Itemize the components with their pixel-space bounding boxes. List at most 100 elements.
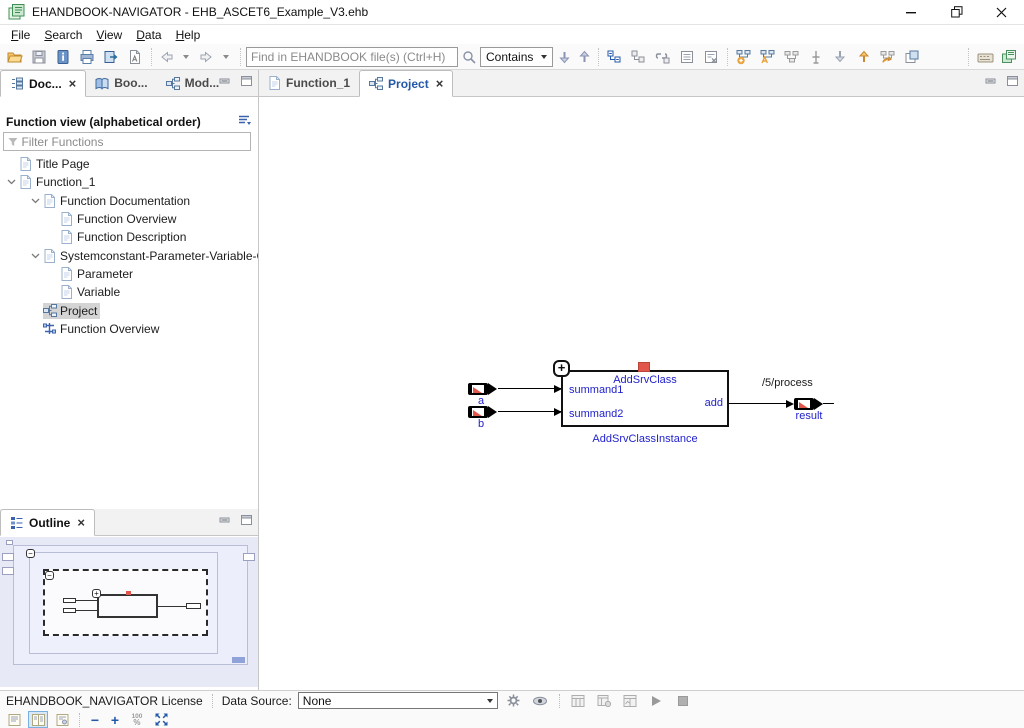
document-icon bbox=[19, 175, 36, 189]
experiment-config-button[interactable] bbox=[595, 692, 615, 709]
collapse-all-button[interactable] bbox=[604, 46, 626, 68]
input-connector-b[interactable] bbox=[468, 406, 497, 418]
find-next-button[interactable] bbox=[555, 46, 573, 68]
maximize-view-icon[interactable] bbox=[1007, 76, 1018, 86]
goto-model-button[interactable] bbox=[877, 46, 899, 68]
tab-function-1[interactable]: Function_1 bbox=[259, 70, 359, 96]
view-menu-button[interactable] bbox=[238, 113, 252, 131]
tree-item-project[interactable]: Project bbox=[0, 301, 258, 319]
maximize-view-icon[interactable] bbox=[241, 515, 252, 525]
menu-search[interactable]: Search bbox=[37, 27, 89, 43]
close-tab-icon[interactable]: × bbox=[436, 76, 444, 91]
wire-result[interactable] bbox=[729, 403, 789, 404]
single-page-view-button[interactable] bbox=[4, 711, 24, 728]
menu-help[interactable]: Help bbox=[169, 27, 208, 43]
search-button[interactable] bbox=[460, 46, 478, 68]
pdf-export-button[interactable] bbox=[124, 46, 146, 68]
expand-block-button[interactable]: + bbox=[553, 360, 570, 377]
filter-input[interactable] bbox=[21, 135, 246, 149]
chevron-expanded-icon[interactable] bbox=[27, 198, 43, 204]
model-view-button[interactable] bbox=[781, 46, 803, 68]
diagram-canvas[interactable]: a b AddSrvClass summand1 summand2 add bbox=[259, 97, 1024, 690]
step-into-button[interactable] bbox=[829, 46, 851, 68]
wire-b[interactable] bbox=[498, 411, 561, 412]
menu-data[interactable]: Data bbox=[129, 27, 168, 43]
pin-view-button[interactable] bbox=[805, 46, 827, 68]
show-list-button[interactable] bbox=[676, 46, 698, 68]
two-page-view-button[interactable] bbox=[28, 711, 48, 728]
page-with-figure-view-button[interactable] bbox=[52, 711, 72, 728]
experiment-grid-button[interactable] bbox=[569, 692, 589, 709]
stop-experiment-button[interactable] bbox=[673, 692, 693, 709]
tab-label: Project bbox=[388, 77, 429, 91]
outline-thumbnail[interactable]: − − + bbox=[0, 537, 258, 687]
print-button[interactable] bbox=[76, 46, 98, 68]
show-values-button[interactable] bbox=[530, 692, 550, 709]
close-tab-icon[interactable]: × bbox=[69, 76, 77, 91]
close-tab-icon[interactable]: × bbox=[77, 515, 85, 530]
tab-outline[interactable]: Outline × bbox=[0, 509, 95, 536]
tab-documentation[interactable]: Doc... × bbox=[0, 70, 86, 97]
show-views-button[interactable] bbox=[998, 46, 1020, 68]
restore-button[interactable] bbox=[934, 0, 979, 24]
tree-item-function-overview[interactable]: Function Overview bbox=[0, 210, 258, 228]
chevron-expanded-icon[interactable] bbox=[27, 253, 43, 259]
tab-model[interactable]: Mod... bbox=[157, 70, 229, 96]
tree-item-systemconstant[interactable]: Systemconstant-Parameter-Variable-Cl bbox=[0, 246, 258, 264]
pin-icon bbox=[808, 49, 824, 65]
fit-to-window-button[interactable] bbox=[151, 711, 171, 728]
addsrvclass-block[interactable]: AddSrvClass summand1 summand2 add bbox=[561, 370, 729, 427]
clear-list-button[interactable] bbox=[700, 46, 722, 68]
new-window-button[interactable] bbox=[901, 46, 923, 68]
start-experiment-button[interactable] bbox=[647, 692, 667, 709]
zoom-in-button[interactable]: + bbox=[107, 712, 123, 728]
tab-book[interactable]: Boo... bbox=[86, 70, 156, 96]
search-input[interactable] bbox=[246, 47, 458, 67]
zoom-out-button[interactable]: − bbox=[87, 712, 103, 728]
open-file-button[interactable] bbox=[4, 46, 26, 68]
minimize-button[interactable] bbox=[889, 0, 934, 24]
tree-item-title-page[interactable]: Title Page bbox=[0, 155, 258, 173]
back-history-dropdown[interactable] bbox=[177, 46, 195, 68]
minimize-view-icon[interactable] bbox=[985, 76, 997, 86]
add-model-button[interactable] bbox=[733, 46, 755, 68]
process-marker[interactable] bbox=[638, 362, 650, 372]
close-button[interactable] bbox=[979, 0, 1024, 24]
minimize-view-icon[interactable] bbox=[219, 515, 231, 525]
tree-item-function-description[interactable]: Function Description bbox=[0, 228, 258, 246]
wire-a[interactable] bbox=[498, 388, 561, 389]
tree-item-function-1[interactable]: Function_1 bbox=[0, 173, 258, 191]
maximize-view-icon[interactable] bbox=[241, 76, 252, 86]
handbook-button[interactable] bbox=[52, 46, 74, 68]
zoom-reset-button[interactable]: 100 % bbox=[127, 711, 147, 728]
expand-tree-button[interactable] bbox=[628, 46, 650, 68]
menu-file[interactable]: File bbox=[4, 27, 37, 43]
arrow-up-icon bbox=[578, 50, 591, 64]
menu-view[interactable]: View bbox=[89, 27, 129, 43]
forward-history-dropdown[interactable] bbox=[217, 46, 235, 68]
tab-project[interactable]: Project × bbox=[359, 70, 453, 97]
step-out-button[interactable] bbox=[853, 46, 875, 68]
chevron-expanded-icon[interactable] bbox=[3, 179, 19, 185]
back-button[interactable] bbox=[157, 46, 175, 68]
keyboard-shortcuts-button[interactable] bbox=[974, 46, 996, 68]
input-connector-a[interactable] bbox=[468, 383, 497, 395]
back-arrow-icon bbox=[159, 50, 174, 64]
tree-item-function-documentation[interactable]: Function Documentation bbox=[0, 192, 258, 210]
link-with-editor-button[interactable] bbox=[652, 46, 674, 68]
minimize-view-icon[interactable] bbox=[219, 76, 231, 86]
find-previous-button[interactable] bbox=[575, 46, 593, 68]
tree-item-parameter[interactable]: Parameter bbox=[0, 265, 258, 283]
export-button[interactable] bbox=[100, 46, 122, 68]
datasource-dropdown[interactable]: None bbox=[298, 692, 498, 709]
experiment-view-button[interactable] bbox=[621, 692, 641, 709]
output-connector-result[interactable] bbox=[794, 398, 823, 410]
search-model-button[interactable] bbox=[757, 46, 779, 68]
forward-button[interactable] bbox=[197, 46, 215, 68]
tree-item-variable[interactable]: Variable bbox=[0, 283, 258, 301]
filter-field[interactable] bbox=[3, 132, 251, 151]
datasource-settings-button[interactable] bbox=[504, 692, 524, 709]
search-mode-dropdown[interactable]: Contains bbox=[480, 47, 553, 67]
save-button[interactable] bbox=[28, 46, 50, 68]
tree-item-function-overview-class[interactable]: Function Overview bbox=[0, 320, 258, 338]
